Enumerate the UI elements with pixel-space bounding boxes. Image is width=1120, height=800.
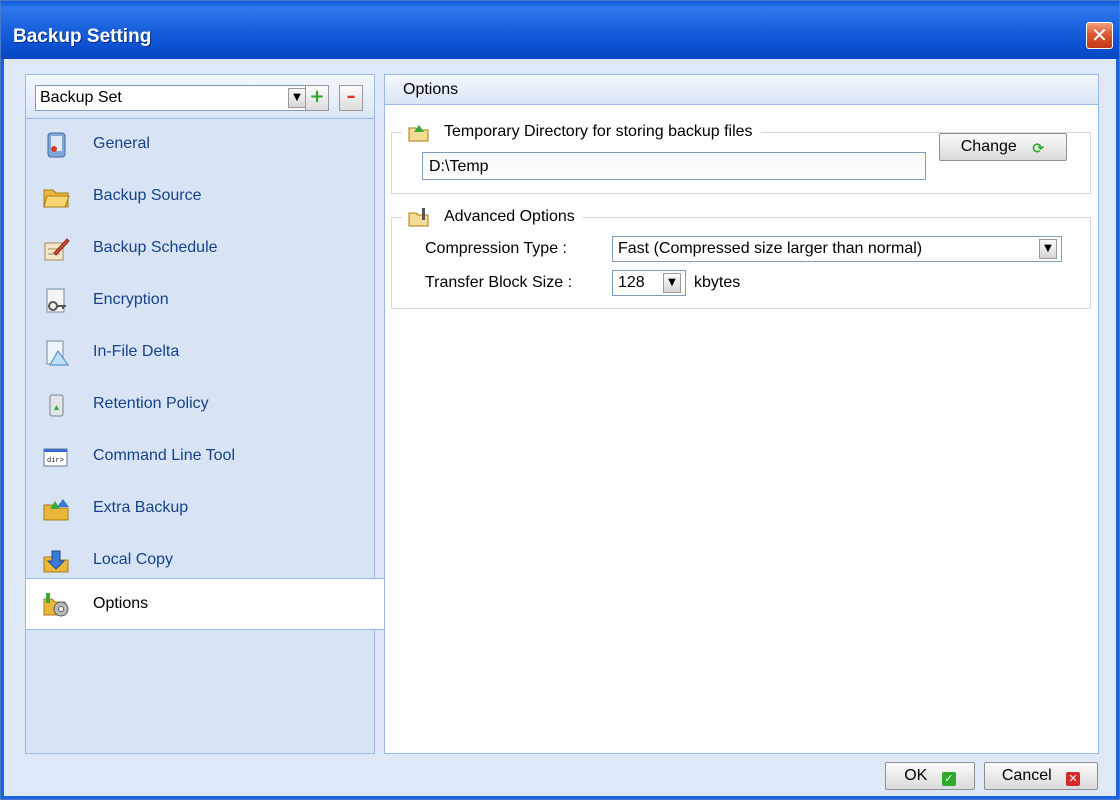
plus-icon: + bbox=[309, 86, 325, 107]
compression-type-select[interactable]: Fast (Compressed size larger than normal… bbox=[612, 236, 1062, 262]
backup-set-value: Backup Set bbox=[40, 89, 122, 106]
temp-directory-group: Temporary Directory for storing backup f… bbox=[391, 121, 1091, 194]
sidebar-item-backup-schedule[interactable]: Backup Schedule bbox=[26, 223, 374, 275]
sidebar-item-encryption[interactable]: Encryption bbox=[26, 275, 374, 327]
title-bar: Backup Setting ✕ bbox=[1, 1, 1119, 59]
chevron-down-icon[interactable]: ▼ bbox=[288, 88, 306, 108]
settings-sidebar: Backup Set ▼ + – General Backup Source B… bbox=[25, 74, 384, 754]
sidebar-item-in-file-delta[interactable]: In-File Delta bbox=[26, 327, 374, 379]
compression-type-label: Compression Type : bbox=[425, 240, 567, 257]
transfer-block-size-select[interactable]: 128 ▼ bbox=[612, 270, 686, 296]
remove-backup-set-button[interactable]: – bbox=[339, 85, 363, 111]
sidebar-item-label: Retention Policy bbox=[93, 395, 209, 412]
sidebar-item-label: Command Line Tool bbox=[93, 447, 236, 464]
panel-title: Options bbox=[403, 81, 459, 98]
delta-icon bbox=[46, 340, 69, 366]
recycle-bin-icon bbox=[49, 394, 64, 417]
options-panel: Options Temporary Directory for storing … bbox=[384, 74, 1099, 754]
folder-settings-icon bbox=[408, 208, 429, 227]
backup-setting-window: Backup Setting ✕ Backup Set ▼ + – Genera… bbox=[0, 0, 1120, 800]
local-copy-icon bbox=[43, 550, 69, 573]
add-backup-set-button[interactable]: + bbox=[305, 85, 329, 111]
sidebar-item-label: Local Copy bbox=[93, 551, 174, 568]
close-button[interactable]: ✕ bbox=[1086, 22, 1113, 49]
command-line-icon: dir> bbox=[43, 448, 68, 467]
extra-backup-icon bbox=[43, 499, 69, 521]
sidebar-item-command-line-tool[interactable]: dir> Command Line Tool bbox=[26, 431, 374, 483]
chevron-down-icon[interactable]: ▼ bbox=[1039, 239, 1057, 259]
cancel-x-icon: ✕ bbox=[1066, 772, 1081, 786]
compression-type-value: Fast (Compressed size larger than normal… bbox=[618, 240, 923, 257]
sidebar-item-label: Backup Source bbox=[93, 187, 202, 204]
refresh-icon: ⟳ bbox=[1032, 141, 1045, 157]
sidebar-item-label: Backup Schedule bbox=[93, 239, 218, 256]
advanced-options-group: Advanced Options Compression Type : Fast… bbox=[391, 206, 1091, 309]
sidebar-header: Backup Set ▼ + – bbox=[26, 75, 374, 119]
sidebar-item-extra-backup[interactable]: Extra Backup bbox=[26, 483, 374, 535]
transfer-block-size-value: 128 bbox=[618, 274, 645, 291]
sidebar-item-label: General bbox=[93, 135, 150, 152]
general-icon bbox=[47, 132, 66, 158]
window-title: Backup Setting bbox=[13, 26, 152, 47]
check-icon: ✓ bbox=[941, 772, 956, 786]
sidebar-item-label: Options bbox=[93, 595, 149, 612]
sidebar-item-label: Extra Backup bbox=[93, 499, 189, 516]
chevron-down-icon[interactable]: ▼ bbox=[663, 273, 681, 293]
sidebar-item-retention-policy[interactable]: Retention Policy bbox=[26, 379, 374, 431]
svg-text:dir>: dir> bbox=[47, 457, 64, 465]
temp-directory-legend: Temporary Directory for storing backup f… bbox=[402, 121, 761, 145]
sidebar-item-label: In-File Delta bbox=[93, 343, 180, 360]
transfer-block-size-label: Transfer Block Size : bbox=[425, 274, 573, 291]
temp-directory-input[interactable]: D:\Temp bbox=[422, 152, 926, 180]
close-icon: ✕ bbox=[1091, 23, 1108, 47]
folder-upload-icon bbox=[408, 125, 429, 142]
block-size-unit: kbytes bbox=[694, 274, 741, 291]
options-gear-icon bbox=[43, 593, 69, 617]
sidebar-item-options[interactable]: Options bbox=[26, 578, 384, 630]
minus-icon: – bbox=[346, 86, 356, 107]
folder-icon bbox=[43, 189, 70, 208]
ok-button[interactable]: OK ✓ bbox=[885, 762, 975, 790]
advanced-options-legend: Advanced Options bbox=[402, 206, 583, 230]
sidebar-item-general[interactable]: General bbox=[26, 119, 374, 171]
change-button[interactable]: Change ⟳ bbox=[939, 133, 1067, 161]
key-icon bbox=[46, 288, 66, 313]
sidebar-item-label: Encryption bbox=[93, 291, 169, 308]
panel-header: Options bbox=[385, 75, 1098, 105]
cancel-button[interactable]: Cancel ✕ bbox=[984, 762, 1098, 790]
backup-set-select[interactable]: Backup Set ▼ bbox=[35, 85, 326, 111]
schedule-icon bbox=[44, 238, 70, 261]
sidebar-item-backup-source[interactable]: Backup Source bbox=[26, 171, 374, 223]
